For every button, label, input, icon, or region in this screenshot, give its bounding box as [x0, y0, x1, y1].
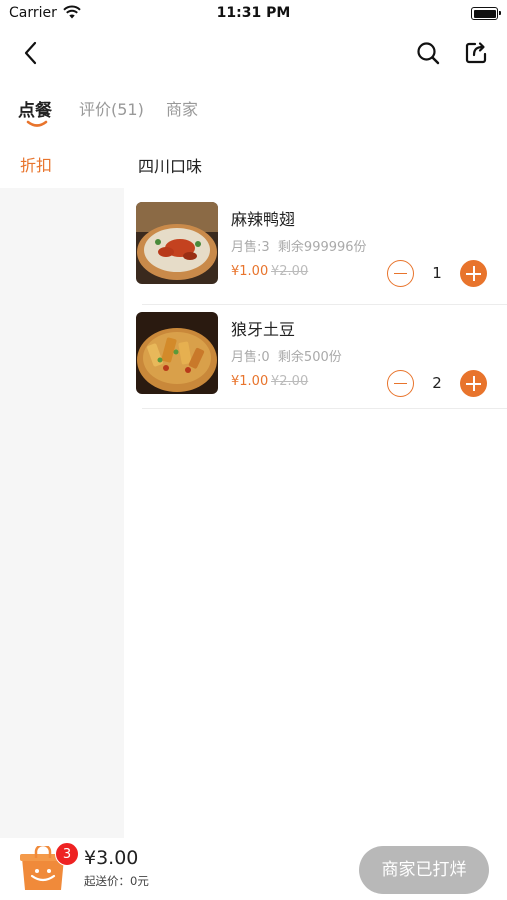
category-sidebar: 折扣	[0, 140, 124, 840]
cart-total: ¥3.00	[84, 847, 139, 869]
status-bar: Carrier 11:31 PM	[0, 0, 507, 30]
minus-icon[interactable]	[387, 370, 414, 397]
back-icon[interactable]	[18, 40, 44, 66]
product-name: 麻辣鸭翅	[231, 210, 296, 229]
product-name: 狼牙土豆	[231, 320, 296, 339]
product-original-price: ¥2.00	[271, 374, 309, 389]
list-item[interactable]: 麻辣鸭翅 月售:3 剩余999996份 ¥1.00 ¥2.00 1	[124, 198, 507, 308]
sidebar-item-label: 折扣	[20, 156, 53, 175]
tab-bar: 点餐 评价(51) 商家	[0, 84, 507, 134]
product-image	[136, 312, 218, 394]
product-image	[136, 202, 218, 284]
search-icon[interactable]	[415, 40, 441, 66]
share-icon[interactable]	[463, 40, 489, 66]
minus-icon[interactable]	[387, 260, 414, 287]
cart-count-badge: 3	[55, 842, 79, 866]
product-price: ¥1.00	[231, 374, 269, 389]
plus-icon[interactable]	[460, 370, 487, 397]
tab-order[interactable]: 点餐	[18, 96, 52, 121]
checkout-button[interactable]: 商家已打烊	[359, 846, 489, 894]
quantity-value: 1	[432, 264, 442, 282]
tab-merchant[interactable]: 商家	[166, 96, 198, 120]
tab-reviews[interactable]: 评价(51)	[79, 96, 144, 120]
battery-icon	[471, 7, 501, 20]
cart-bar: 3 ¥3.00 起送价：0元 商家已打烊	[0, 838, 507, 900]
sidebar-item-discount[interactable]: 折扣	[0, 140, 124, 188]
product-original-price: ¥2.00	[271, 264, 309, 279]
divider	[142, 304, 507, 305]
quantity-value: 2	[432, 374, 442, 392]
product-list: 四川口味 麻辣鸭翅 月售:3 剩余999996份 ¥1.00 ¥2.00 1 狼…	[124, 140, 507, 840]
product-sales: 月售:0 剩余500份	[231, 350, 342, 365]
min-delivery-price: 起送价：0元	[84, 874, 149, 888]
clock: 11:31 PM	[216, 5, 291, 21]
plus-icon[interactable]	[460, 260, 487, 287]
product-sales: 月售:3 剩余999996份	[231, 240, 367, 255]
tab-active-indicator	[26, 120, 48, 127]
section-title: 四川口味	[138, 157, 203, 176]
product-price: ¥1.00	[231, 264, 269, 279]
divider	[142, 408, 507, 409]
nav-bar	[0, 30, 507, 76]
list-item[interactable]: 狼牙土豆 月售:0 剩余500份 ¥1.00 ¥2.00 2	[124, 308, 507, 418]
